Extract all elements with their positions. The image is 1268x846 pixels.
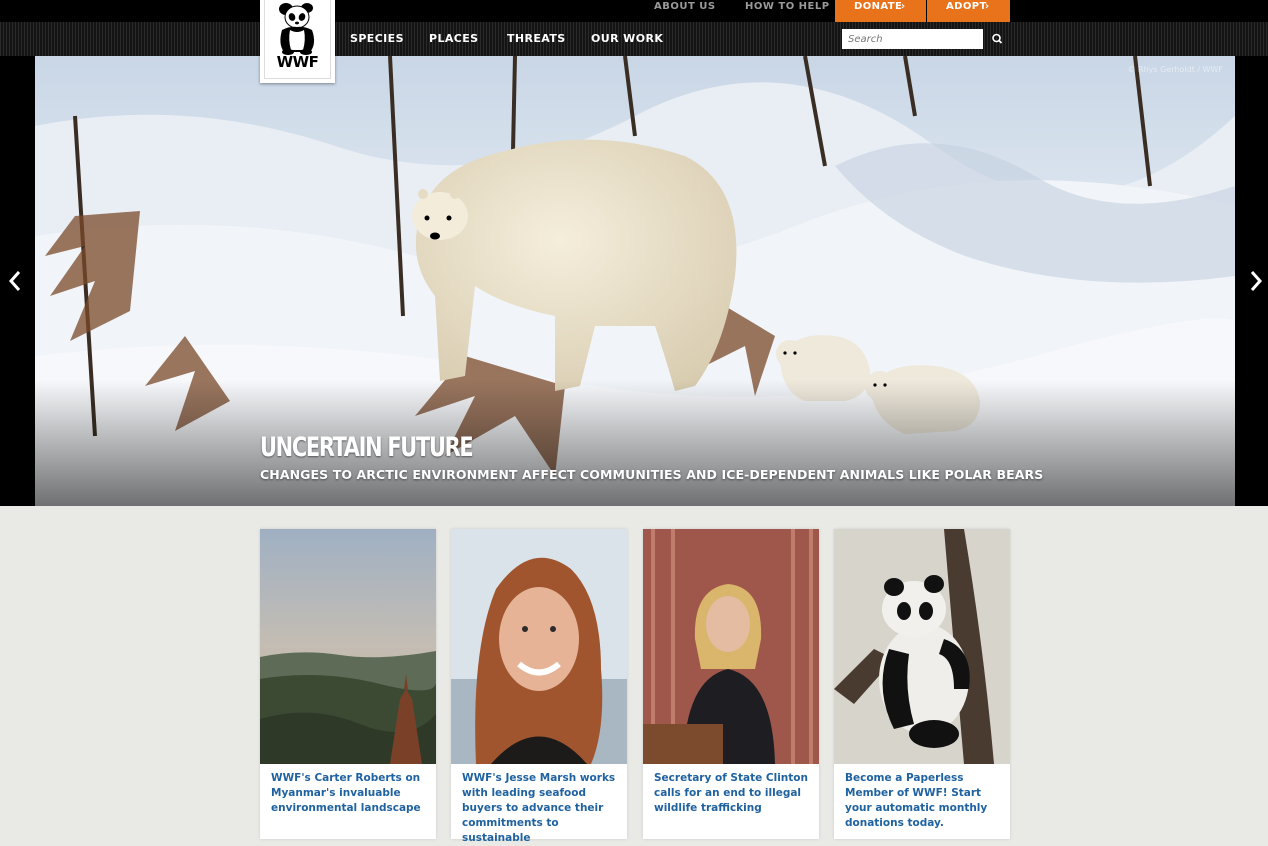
logo-text: WWF	[276, 53, 319, 71]
chevron-right-icon[interactable]	[1246, 268, 1266, 294]
news-card[interactable]: WWF's Carter Roberts on Myanmar's invalu…	[260, 529, 436, 839]
adopt-label: ADOPT	[946, 1, 987, 12]
wwf-logo[interactable]: WWF	[260, 0, 335, 83]
nav-places[interactable]: PLACES	[429, 32, 479, 46]
hero-subtitle[interactable]: CHANGES TO ARCTIC ENVIRONMENT AFFECT COM…	[260, 467, 1043, 483]
clinton-speech-image	[643, 529, 819, 764]
news-card[interactable]: Become a Paperless Member of WWF! Start …	[834, 529, 1010, 839]
donate-label: DONATE	[854, 1, 903, 12]
nav-threats[interactable]: THREATS	[507, 32, 566, 46]
adopt-button[interactable]: ADOPT ›	[927, 0, 1010, 22]
nav-how-to-help-link[interactable]: HOW TO HELP	[745, 0, 830, 22]
card-caption[interactable]: WWF's Jesse Marsh works with leading sea…	[462, 771, 622, 846]
search-input[interactable]	[842, 29, 983, 49]
card-caption[interactable]: Secretary of State Clinton calls for an …	[654, 771, 814, 816]
hero-title[interactable]: UNCERTAIN FUTURE	[260, 432, 474, 464]
card-caption[interactable]: Become a Paperless Member of WWF! Start …	[845, 771, 1005, 831]
myanmar-landscape-image	[260, 529, 436, 764]
nav-our-work[interactable]: OUR WORK	[591, 32, 663, 46]
panda-logo-icon	[279, 3, 315, 55]
nav-about-us-link[interactable]: ABOUT US	[654, 0, 716, 22]
panda-tree-image	[834, 529, 1010, 764]
card-caption[interactable]: WWF's Carter Roberts on Myanmar's invalu…	[271, 771, 431, 816]
news-card[interactable]: Secretary of State Clinton calls for an …	[643, 529, 819, 839]
nav-species[interactable]: SPECIES	[350, 32, 404, 46]
chevron-right-small-icon: ›	[985, 1, 990, 12]
chevron-right-small-icon: ›	[901, 1, 906, 12]
hero-image[interactable]: © Rhys Gerholdt / WWF	[35, 56, 1235, 506]
jesse-marsh-portrait-image	[451, 529, 627, 764]
search-icon[interactable]	[987, 30, 1007, 48]
utility-bar	[0, 0, 1268, 22]
polar-bear-photo	[35, 56, 1235, 506]
donate-button[interactable]: DONATE ›	[835, 0, 926, 22]
news-card[interactable]: WWF's Jesse Marsh works with leading sea…	[451, 529, 627, 844]
chevron-left-icon[interactable]	[5, 268, 25, 294]
photo-credit: © Rhys Gerholdt / WWF	[1127, 65, 1224, 74]
